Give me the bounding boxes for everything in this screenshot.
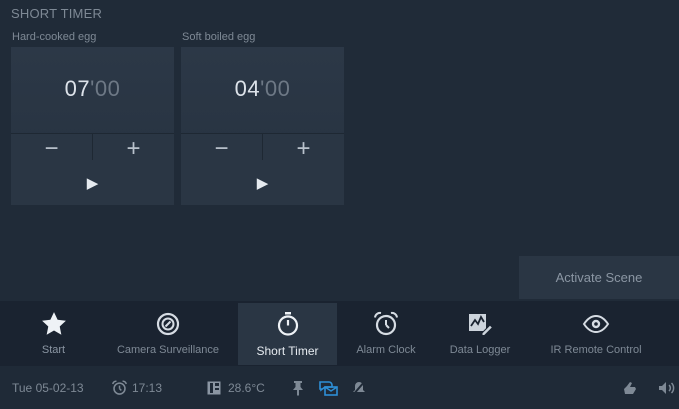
settings-hand-icon[interactable] [622,366,638,409]
star-icon [40,308,68,340]
page-title: SHORT TIMER [11,6,103,21]
alarm-clock-status[interactable]: 17:13 [111,366,162,409]
status-temperature: 28.6°C [228,380,265,395]
bottom-nav: Start Camera Surveillance Short Timer Al… [0,301,679,366]
nav-item-short-timer[interactable]: Short Timer [238,303,337,365]
play-button[interactable]: ▶ [11,160,174,205]
activate-scene-button[interactable]: Activate Scene [519,256,679,299]
timer-label: Soft boiled egg [182,31,256,43]
eye-icon [582,308,610,340]
timer-label: Hard-cooked egg [12,31,97,43]
status-date: Tue 05-02-13 [12,380,84,395]
nav-item-start[interactable]: Start [2,303,105,365]
status-time: 17:13 [132,380,163,395]
timer-seconds: 00 [264,76,291,101]
temperature-status[interactable]: 28.6°C [207,366,265,409]
nav-item-label: Data Logger [449,344,511,356]
nav-item-alarm-clock[interactable]: Alarm Clock [344,303,428,365]
timer-card-soft-boiled: Soft boiled egg 04'00 − + ▶ [181,31,344,206]
alarm-clock-icon [112,380,127,395]
message-icon[interactable] [318,366,338,409]
nav-item-label: Camera Surveillance [116,344,220,356]
timer-card-hard-cooked: Hard-cooked egg 07'00 − + ▶ [11,31,174,206]
nav-item-label: IR Remote Control [550,344,642,356]
timer-minutes: 04 [234,76,261,101]
play-icon: ▶ [86,174,99,192]
nav-item-camera-surveillance[interactable]: Camera Surveillance [105,303,231,365]
nav-item-data-logger[interactable]: Data Logger [436,303,524,365]
timer-time: 07'00 [11,76,174,102]
nav-item-label: Alarm Clock [356,344,416,356]
thermometer-display-icon [207,381,221,394]
alarm-clock-icon [372,308,400,340]
timer-display: 07'00 − + [11,47,174,164]
data-logger-icon [466,308,494,340]
stopwatch-icon [276,308,300,340]
play-button[interactable]: ▶ [181,160,344,205]
camera-lens-icon [156,308,180,340]
short-timer-screen: SHORT TIMER Hard-cooked egg 07'00 − + ▶ … [0,0,679,409]
nav-item-label: Short Timer [256,344,319,358]
status-bar: Tue 05-02-13 17:13 28.6°C [0,366,679,409]
timer-time: 04'00 [181,76,344,102]
pin-icon[interactable] [292,366,304,409]
nav-item-label: Start [41,344,66,356]
nav-item-ir-remote-control[interactable]: IR Remote Control [533,303,659,365]
volume-icon[interactable] [658,366,676,409]
timer-display: 04'00 − + [181,47,344,164]
notification-mute-icon[interactable] [352,366,366,409]
timer-minutes: 07 [64,76,91,101]
timer-seconds: 00 [94,76,121,101]
play-icon: ▶ [256,174,269,192]
